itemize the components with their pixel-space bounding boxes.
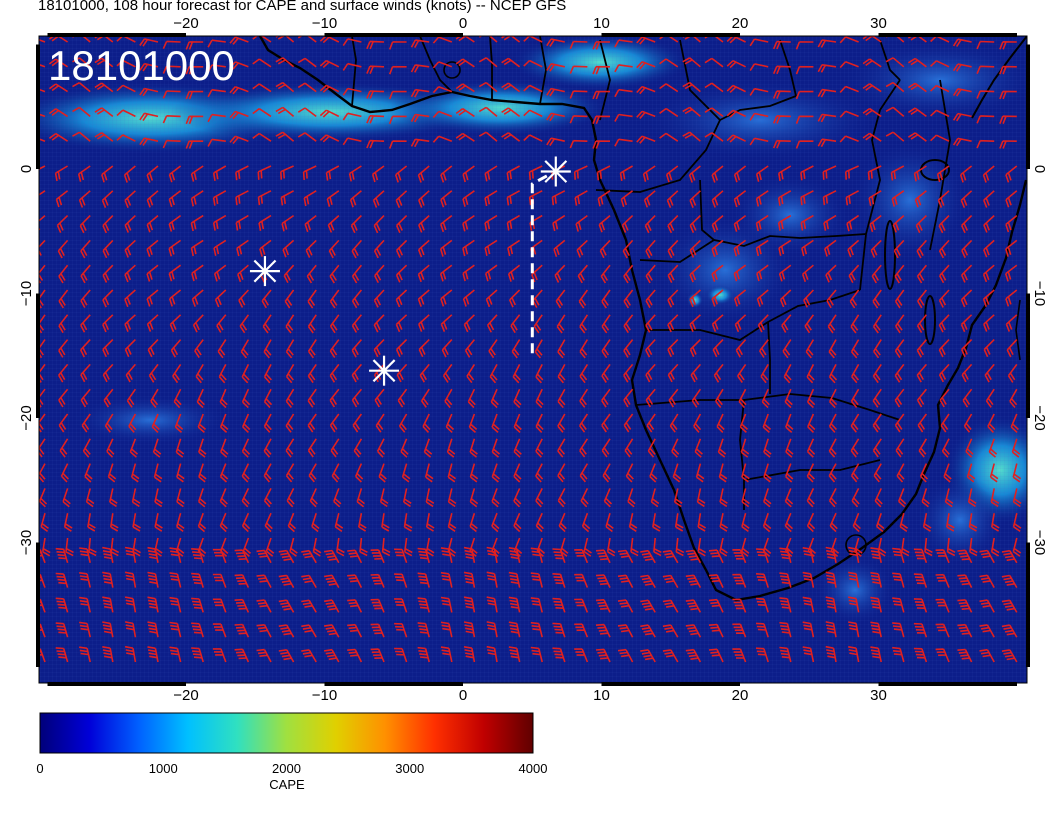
latitude-tick-right: −10	[1031, 281, 1048, 306]
longitude-tick-top: 20	[732, 15, 749, 32]
storm-marker-asterisk	[540, 156, 571, 187]
longitude-tick-bottom: 20	[732, 687, 749, 704]
longitude-tick-bottom: −10	[312, 687, 337, 704]
colorbar-tick-label: 3000	[395, 761, 424, 776]
longitude-tick-bottom: −20	[173, 687, 198, 704]
colorbar: 0 1000 2000 3000 4000 CAPE	[36, 712, 548, 792]
latitude-tick-left: −30	[18, 530, 35, 555]
latitude-tick-left: 0	[18, 165, 35, 173]
longitude-tick-bottom: 30	[870, 687, 887, 704]
longitude-tick-top: 30	[870, 15, 887, 32]
longitude-tick-top: −20	[173, 15, 198, 32]
map-stamp: 18101000	[48, 42, 235, 89]
colorbar-tick-label: 0	[36, 761, 43, 776]
colorbar-tick-label: 1000	[149, 761, 178, 776]
colorbar-tick-label: 2000	[272, 761, 301, 776]
longitude-tick-top: −10	[312, 15, 337, 32]
colorbar-tick-label: 4000	[519, 761, 548, 776]
latitude-tick-left: −10	[18, 281, 35, 306]
longitude-tick-bottom: 10	[593, 687, 610, 704]
storm-marker-asterisk	[369, 355, 400, 386]
colorbar-title: CAPE	[269, 777, 305, 792]
longitude-tick-top: 0	[459, 15, 467, 32]
longitude-tick-top: 10	[593, 15, 610, 32]
latitude-tick-right: −20	[1031, 405, 1048, 430]
latitude-tick-left: −20	[18, 405, 35, 430]
storm-marker-asterisk	[249, 256, 280, 287]
latitude-tick-right: −30	[1031, 530, 1048, 555]
longitude-tick-bottom: 0	[459, 687, 467, 704]
cape-wind-map: −20−20−10−10001010202030300 0−10 −10−20 −20…	[18, 15, 1048, 792]
latitude-tick-right: 0	[1031, 165, 1048, 173]
